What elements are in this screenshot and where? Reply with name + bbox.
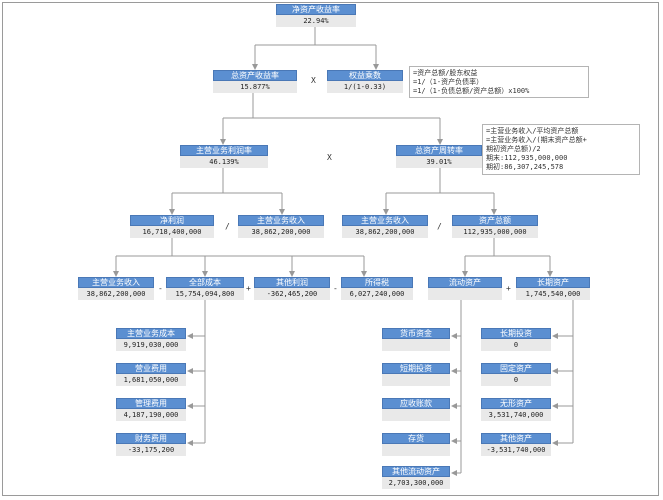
node-receivables: 应收账款 [382,398,450,421]
node-cash: 货币资金 [382,328,450,351]
node-asset-turnover: 总资产周转率 39.01% [396,145,482,168]
node-long-term-assets-value: 1,745,540,000 [516,288,590,300]
node-other-profit-label: 其他利润 [254,277,330,288]
operator-divide-2: / [437,222,442,231]
node-other-current-assets-label: 其他流动资产 [382,466,450,477]
operator-divide-1: / [225,222,230,231]
operator-multiply-2: X [327,153,332,162]
node-finance-expense-label: 财务费用 [116,433,186,444]
node-total-assets: 资产总额 112,935,000,000 [452,215,538,238]
node-revenue-b-value: 38,862,200,000 [342,226,428,238]
node-receivables-label: 应收账款 [382,398,450,409]
node-roa: 总资产收益率 15.877% [213,70,297,93]
node-other-current-assets-value: 2,703,300,000 [382,477,450,489]
node-selling-expense-label: 营业费用 [116,363,186,374]
node-other-assets-value: -3,531,740,000 [481,444,551,456]
node-admin-expense: 管理费用 4,187,190,000 [116,398,186,421]
node-cash-value [382,339,450,351]
node-revenue-b: 主营业务收入 38,862,200,000 [342,215,428,238]
node-net-margin: 主营业务利润率 46.139% [180,145,268,168]
node-revenue-c-label: 主营业务收入 [78,277,154,288]
node-roa-value: 15.877% [213,81,297,93]
node-other-current-assets: 其他流动资产 2,703,300,000 [382,466,450,489]
node-total-cost-value: 15,754,094,800 [166,288,244,300]
node-current-assets-value [428,288,502,300]
node-net-profit: 净利润 16,718,400,000 [130,215,214,238]
node-fixed-assets: 固定资产 0 [481,363,551,386]
node-net-profit-value: 16,718,400,000 [130,226,214,238]
node-roa-label: 总资产收益率 [213,70,297,81]
node-total-cost: 全部成本 15,754,094,800 [166,277,244,300]
node-intangible-assets: 无形资产 3,531,740,000 [481,398,551,421]
node-finance-expense-value: -33,175,200 [116,444,186,456]
operator-minus-1: - [158,284,163,293]
node-income-tax-label: 所得税 [341,277,413,288]
node-total-assets-value: 112,935,000,000 [452,226,538,238]
node-net-margin-label: 主营业务利润率 [180,145,268,156]
node-short-term-investment-value [382,374,450,386]
node-fixed-assets-value: 0 [481,374,551,386]
node-asset-turnover-value: 39.01% [396,156,482,168]
node-revenue-c: 主营业务收入 38,862,200,000 [78,277,154,300]
node-selling-expense-value: 1,681,050,000 [116,374,186,386]
node-income-tax: 所得税 6,027,240,000 [341,277,413,300]
operator-plus-1: + [246,284,251,293]
node-revenue-a-label: 主营业务收入 [238,215,324,226]
node-roe-label: 净资产收益率 [276,4,356,15]
node-inventory: 存货 [382,433,450,456]
node-current-assets-label: 流动资产 [428,277,502,288]
operator-multiply-1: X [311,76,316,85]
node-long-term-investment: 长期投资 0 [481,328,551,351]
node-revenue-a: 主营业务收入 38,862,200,000 [238,215,324,238]
node-asset-turnover-label: 总资产周转率 [396,145,482,156]
node-other-profit-value: -362,465,200 [254,288,330,300]
node-finance-expense: 财务费用 -33,175,200 [116,433,186,456]
node-admin-expense-value: 4,187,190,000 [116,409,186,421]
node-other-assets-label: 其他资产 [481,433,551,444]
node-fixed-assets-label: 固定资产 [481,363,551,374]
node-equity-multiplier: 权益乘数 1/(1-0.33) [327,70,403,93]
node-net-profit-label: 净利润 [130,215,214,226]
node-current-assets: 流动资产 [428,277,502,300]
operator-plus-2: + [506,284,511,293]
node-cogs-value: 9,919,030,000 [116,339,186,351]
node-roe-value: 22.94% [276,15,356,27]
node-intangible-assets-label: 无形资产 [481,398,551,409]
node-cogs: 主营业务成本 9,919,030,000 [116,328,186,351]
node-other-assets: 其他资产 -3,531,740,000 [481,433,551,456]
node-net-margin-value: 46.139% [180,156,268,168]
node-roe: 净资产收益率 22.94% [276,4,356,27]
node-receivables-value [382,409,450,421]
node-long-term-investment-value: 0 [481,339,551,351]
node-total-assets-label: 资产总额 [452,215,538,226]
operator-minus-2: - [333,284,338,293]
node-income-tax-value: 6,027,240,000 [341,288,413,300]
note-equity-multiplier: =资产总额/股东权益 =1/（1-资产负债率） =1/（1-负债总额/资产总额）… [409,66,589,98]
node-selling-expense: 营业费用 1,681,050,000 [116,363,186,386]
node-long-term-assets: 长期资产 1,745,540,000 [516,277,590,300]
node-long-term-assets-label: 长期资产 [516,277,590,288]
node-short-term-investment: 短期投资 [382,363,450,386]
node-equity-multiplier-value: 1/(1-0.33) [327,81,403,93]
node-equity-multiplier-label: 权益乘数 [327,70,403,81]
node-short-term-investment-label: 短期投资 [382,363,450,374]
node-cogs-label: 主营业务成本 [116,328,186,339]
node-long-term-investment-label: 长期投资 [481,328,551,339]
node-inventory-value [382,444,450,456]
node-inventory-label: 存货 [382,433,450,444]
node-revenue-c-value: 38,862,200,000 [78,288,154,300]
node-revenue-b-label: 主营业务收入 [342,215,428,226]
node-intangible-assets-value: 3,531,740,000 [481,409,551,421]
node-admin-expense-label: 管理费用 [116,398,186,409]
note-asset-turnover: =主营业务收入/平均资产总额 =主营业务收入/(期末资产总额+ 期初资产总额)/… [482,124,640,175]
node-total-cost-label: 全部成本 [166,277,244,288]
node-other-profit: 其他利润 -362,465,200 [254,277,330,300]
node-cash-label: 货币资金 [382,328,450,339]
node-revenue-a-value: 38,862,200,000 [238,226,324,238]
